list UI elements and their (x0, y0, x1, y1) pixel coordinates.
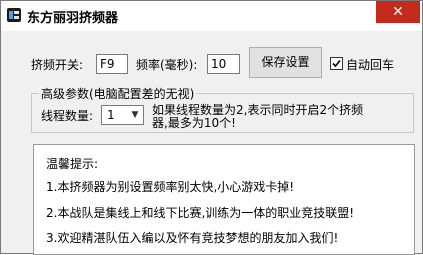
window-title: 东方丽羽挤频器 (27, 11, 119, 26)
title-bar: 东方丽羽挤频器 ✕ (1, 1, 422, 31)
advanced-group-legend: 高级参数(电脑配置差的无视) (39, 85, 197, 102)
tip-item: 3.欢迎精湛队伍入编以及怀有竞技梦想的朋友加入我们! (46, 231, 339, 245)
close-button[interactable]: ✕ (376, 1, 420, 23)
chevron-down-icon: ▼ (131, 110, 139, 120)
tip-item: 1.本挤频器为别设置频率别太快,小心游戏卡掉! (46, 180, 295, 194)
checkmark-icon (332, 59, 341, 68)
auto-return-checkbox[interactable] (330, 57, 343, 70)
thread-count-label: 线程数量: (41, 109, 94, 123)
save-settings-button[interactable]: 保存设置 (249, 47, 322, 78)
close-icon: ✕ (392, 4, 404, 20)
tips-title: 温馨提示: (46, 157, 99, 171)
thread-note-line2: 器,最多为10个! (152, 116, 236, 130)
tip-item: 2.本战队是集线上和线下比赛,训练为一体的职业竞技联盟! (46, 206, 355, 220)
app-icon (7, 8, 21, 22)
tips-panel: 温馨提示: 1.本挤频器为别设置频率别太快,小心游戏卡掉! 2.本战队是集线上和… (33, 144, 415, 255)
hotkey-input[interactable]: F9 (96, 54, 128, 74)
toggle-label: 挤频开关: (31, 58, 84, 72)
app-window: 东方丽羽挤频器 ✕ 挤频开关: F9 频率(毫秒): 10 保存设置 自动回车 … (0, 0, 423, 255)
thread-count-select[interactable]: 1 ▼ (101, 105, 144, 125)
auto-return-label: 自动回车 (346, 58, 395, 72)
thread-count-value: 1 (107, 108, 115, 122)
frequency-label: 频率(毫秒): (136, 58, 198, 72)
frequency-input[interactable]: 10 (207, 54, 240, 74)
